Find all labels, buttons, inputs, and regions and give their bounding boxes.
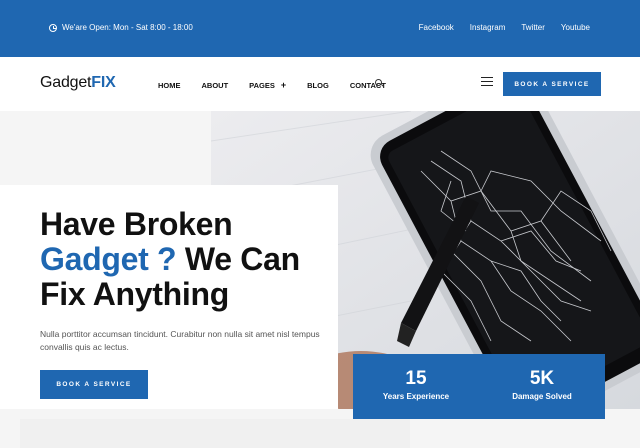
stat-number: 5K bbox=[529, 368, 555, 389]
top-bar: We'are Open: Mon - Sat 8:00 - 18:00 Face… bbox=[0, 0, 640, 57]
nav-item-blog[interactable]: BLOG bbox=[307, 80, 329, 90]
opening-hours: We'are Open: Mon - Sat 8:00 - 18:00 bbox=[49, 23, 193, 32]
nav-pages-label: PAGES bbox=[249, 80, 275, 90]
nav-about-label: ABOUT bbox=[201, 80, 229, 90]
clock-icon bbox=[49, 23, 57, 32]
stat-number: 15 bbox=[405, 368, 427, 389]
logo-text-accent: FIX bbox=[91, 74, 116, 91]
search-icon[interactable] bbox=[375, 79, 382, 86]
social-link-twitter[interactable]: Twitter bbox=[521, 23, 545, 32]
main-nav: HOME ABOUT PAGES + BLOG CONTACT bbox=[158, 80, 407, 90]
hero-title-line-2: Gadget ? We Can bbox=[40, 242, 340, 277]
site-logo[interactable]: GadgetFIX bbox=[40, 74, 116, 92]
opening-hours-text: We'are Open: Mon - Sat 8:00 - 18:00 bbox=[62, 23, 193, 32]
main-header: GadgetFIX HOME ABOUT PAGES + BLOG CONTACT… bbox=[0, 57, 640, 111]
social-link-instagram[interactable]: Instagram bbox=[470, 23, 506, 32]
hero-description: Nulla porttitor accumsan tincidunt. Cura… bbox=[40, 329, 320, 352]
hero-title-highlight: Gadget ? bbox=[40, 241, 177, 277]
nav-home-label: HOME bbox=[158, 80, 181, 90]
book-service-header-button[interactable]: BOOK A SERVICE bbox=[503, 72, 601, 96]
hero-title-line-1: Have Broken bbox=[40, 206, 233, 242]
logo-text-main: Gadget bbox=[40, 74, 92, 91]
hamburger-menu-icon[interactable] bbox=[481, 77, 493, 86]
hero-headline: Have Broken Gadget ? We Can Fix Anything bbox=[40, 207, 340, 312]
stat-label: Damage Solved bbox=[512, 392, 572, 401]
hero-title-line-2-rest: We Can bbox=[176, 241, 300, 277]
next-section-preview bbox=[20, 419, 410, 448]
nav-item-pages[interactable]: PAGES + bbox=[249, 80, 286, 90]
nav-item-about[interactable]: ABOUT bbox=[202, 80, 229, 90]
nav-blog-label: BLOG bbox=[307, 80, 329, 90]
stat-years-experience: 15 Years Experience bbox=[353, 354, 479, 419]
social-link-youtube[interactable]: Youtube bbox=[561, 23, 590, 32]
book-service-hero-button[interactable]: BOOK A SERVICE bbox=[40, 370, 148, 399]
social-links: Facebook Instagram Twitter Youtube bbox=[419, 23, 590, 32]
stats-box: 15 Years Experience 5K Damage Solved bbox=[353, 354, 605, 419]
stat-damage-solved: 5K Damage Solved bbox=[479, 354, 605, 419]
nav-item-home[interactable]: HOME bbox=[158, 80, 181, 90]
stat-label: Years Experience bbox=[382, 392, 450, 401]
hero-title-line-3: Fix Anything bbox=[40, 276, 229, 312]
social-link-facebook[interactable]: Facebook bbox=[419, 23, 454, 32]
plus-icon: + bbox=[280, 80, 287, 90]
